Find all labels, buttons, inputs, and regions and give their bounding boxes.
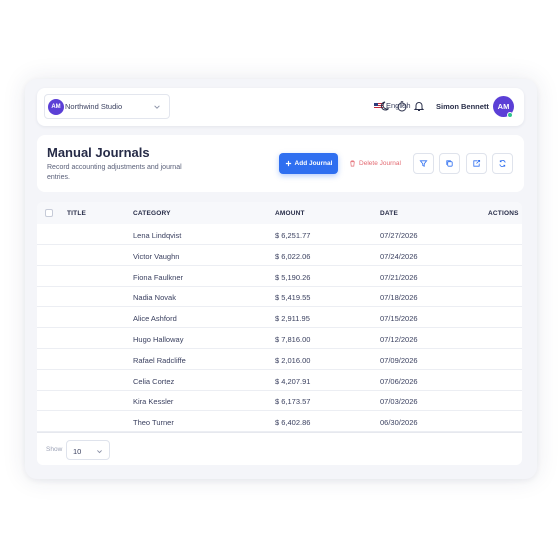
table-row[interactable]: Victor Vaughn $ 6,022.06 07/24/2026 (37, 245, 522, 266)
filter-icon (419, 160, 428, 167)
refresh-button[interactable] (492, 153, 513, 174)
workspace-selector[interactable]: AM Northwind Studio (44, 94, 170, 119)
cell-amount: $ 6,251.77 (275, 231, 311, 240)
cell-date: 06/30/2026 (380, 418, 418, 428)
workspace-name: Northwind Studio (65, 102, 123, 111)
user-name[interactable]: Simon Bennett (436, 102, 489, 111)
delete-journal-button[interactable]: Delete Journal (343, 153, 407, 174)
cell-amount: $ 7,816.00 (275, 335, 311, 344)
cell-amount: $ 6,402.86 (275, 418, 311, 428)
moon-icon[interactable] (380, 100, 392, 112)
plus-icon (285, 160, 291, 167)
trash-icon (350, 160, 355, 167)
cell-date: 07/21/2026 (380, 272, 418, 282)
column-amount[interactable]: AMOUNT (275, 210, 305, 217)
add-journal-button[interactable]: Add Journal (279, 153, 338, 174)
select-all-checkbox[interactable] (45, 209, 53, 217)
cell-amount: $ 4,207.91 (275, 376, 311, 386)
cell-category: Nadia Novak (133, 293, 176, 303)
cell-date: 07/06/2026 (380, 376, 418, 386)
export-button[interactable] (466, 153, 487, 174)
cell-date: 07/27/2026 (380, 231, 418, 240)
table-row[interactable]: Fiona Faulkner $ 5,190.26 07/21/2026 (37, 266, 522, 287)
online-status-dot (507, 112, 513, 118)
chevron-down-icon (97, 450, 102, 454)
cell-amount: $ 5,190.26 (275, 272, 311, 282)
cell-amount: $ 2,016.00 (275, 355, 311, 365)
cell-amount: $ 6,022.06 (275, 251, 311, 261)
cell-category: Alice Ashford (133, 314, 177, 324)
cell-date: 07/18/2026 (380, 293, 418, 303)
table-row[interactable]: Alice Ashford $ 2,911.95 07/15/2026 (37, 307, 522, 329)
cell-date: 07/15/2026 (380, 314, 418, 324)
export-icon (473, 159, 481, 167)
cell-date: 07/03/2026 (380, 397, 418, 407)
cell-category: Hugo Halloway (133, 335, 184, 344)
cell-category: Celia Cortez (133, 376, 175, 386)
table-row[interactable]: Celia Cortez $ 4,207.91 07/06/2026 (37, 370, 522, 391)
column-category[interactable]: CATEGORY (133, 210, 171, 217)
add-journal-label: Add Journal (294, 160, 333, 167)
cell-amount: $ 6,173.57 (275, 397, 311, 407)
show-label: Show (46, 446, 63, 453)
page-size-value: 10 (73, 447, 82, 456)
filter-button[interactable] (413, 153, 434, 174)
page-header: Manual Journals Record accounting adjust… (37, 135, 524, 192)
cell-amount: $ 2,911.95 (275, 314, 310, 324)
table-row[interactable]: Nadia Novak $ 5,419.55 07/18/2026 (37, 286, 522, 308)
cell-date: 07/09/2026 (380, 355, 418, 365)
cell-category: Fiona Faulkner (133, 272, 184, 282)
column-actions: ACTIONS (488, 210, 519, 217)
table-row[interactable]: Rafael Radcliffe $ 2,016.00 07/09/2026 (37, 349, 522, 370)
table-row[interactable]: Kira Kessler $ 6,173.57 07/03/2026 (37, 390, 522, 412)
bell-icon[interactable] (413, 100, 425, 112)
cell-date: 07/12/2026 (380, 335, 418, 344)
page-title: Manual Journals (47, 145, 150, 160)
cell-category: Theo Turner (133, 418, 174, 428)
cell-amount: $ 5,419.55 (275, 293, 311, 303)
stopwatch-icon[interactable] (396, 100, 408, 112)
chevron-down-icon (154, 105, 160, 109)
column-date[interactable]: DATE (380, 210, 398, 217)
cell-date: 07/24/2026 (380, 251, 418, 261)
refresh-icon (499, 160, 506, 167)
cell-category: Lena Lindqvist (133, 231, 182, 240)
top-bar: AM Northwind Studio English Simon Bennet… (37, 88, 524, 126)
table-footer: Show 10 (37, 432, 522, 465)
table-header: TITLE CATEGORY AMOUNT DATE ACTIONS (37, 202, 522, 224)
cell-category: Victor Vaughn (133, 251, 180, 261)
journals-table: TITLE CATEGORY AMOUNT DATE ACTIONS Lena … (37, 202, 522, 465)
copy-icon (446, 160, 453, 167)
table-row[interactable]: Hugo Halloway $ 7,816.00 07/12/2026 (37, 328, 522, 349)
cell-category: Kira Kessler (133, 397, 174, 407)
table-row[interactable]: Theo Turner $ 6,402.86 06/30/2026 (37, 411, 522, 433)
column-title[interactable]: TITLE (67, 210, 86, 217)
table-row[interactable]: Lena Lindqvist $ 6,251.77 07/27/2026 (37, 224, 522, 245)
workspace-avatar: AM (48, 98, 64, 115)
delete-journal-label: Delete Journal (359, 160, 401, 167)
cell-category: Rafael Radcliffe (133, 355, 186, 365)
copy-button[interactable] (439, 153, 460, 174)
page-subtitle: Record accounting adjustments and journa… (47, 164, 182, 181)
page-size-select[interactable]: 10 (66, 440, 110, 460)
